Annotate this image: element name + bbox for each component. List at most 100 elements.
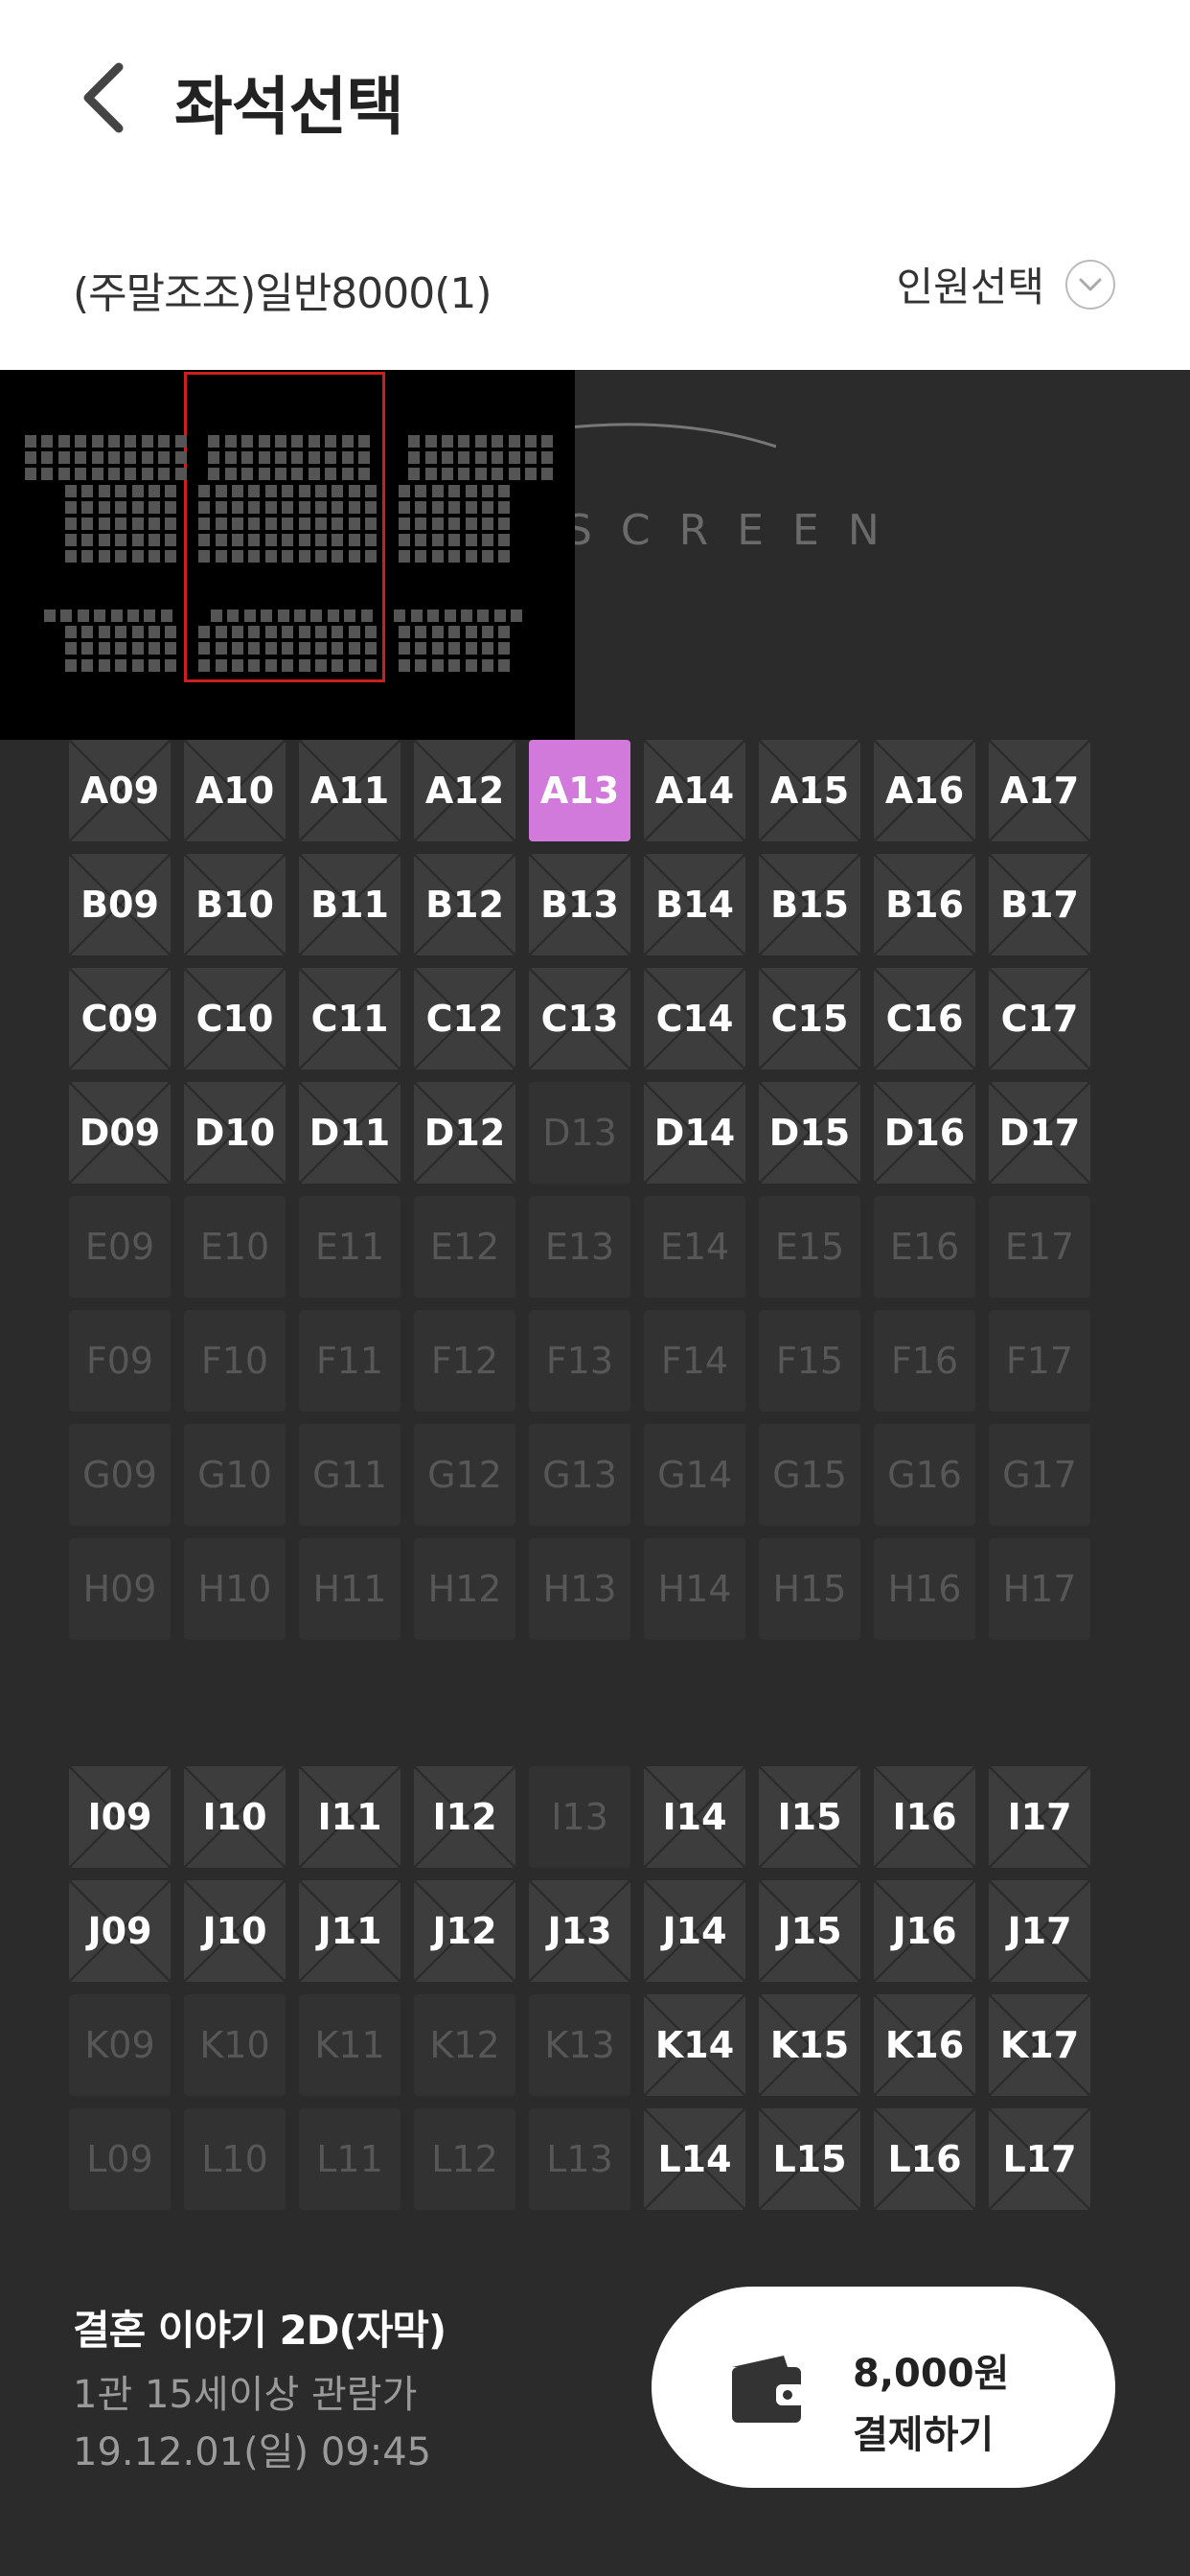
- seat-B10[interactable]: B10: [184, 854, 286, 955]
- seat-label: C09: [80, 998, 159, 1040]
- seat-K16[interactable]: K16: [874, 1994, 975, 2096]
- seat-label: K12: [429, 2024, 500, 2066]
- seat-D09[interactable]: D09: [69, 1082, 171, 1184]
- seat-B14[interactable]: B14: [644, 854, 745, 955]
- minimap-seat: [265, 642, 277, 655]
- seat-K17[interactable]: K17: [989, 1994, 1090, 2096]
- minimap-seat: [399, 534, 410, 546]
- minimap-seat: [92, 468, 103, 480]
- minimap-seat: [58, 451, 70, 464]
- ticket-type-label: (주말조조)일반8000(1): [73, 269, 492, 318]
- seat-A17[interactable]: A17: [989, 740, 1090, 841]
- seat-L14[interactable]: L14: [644, 2108, 745, 2210]
- seat-B16[interactable]: B16: [874, 854, 975, 955]
- seat-D10[interactable]: D10: [184, 1082, 286, 1184]
- seat-label: C10: [195, 998, 274, 1040]
- seat-I17[interactable]: I17: [989, 1766, 1090, 1868]
- seat-C17[interactable]: C17: [989, 968, 1090, 1070]
- seat-A12[interactable]: A12: [414, 740, 515, 841]
- seat-I14[interactable]: I14: [644, 1766, 745, 1868]
- minimap-seat: [299, 518, 310, 530]
- seat-minimap[interactable]: [0, 370, 575, 740]
- seat-C10[interactable]: C10: [184, 968, 286, 1070]
- minimap-seat: [358, 435, 370, 448]
- seat-J16[interactable]: J16: [874, 1880, 975, 1982]
- minimap-seat: [282, 659, 293, 672]
- minimap-seat: [149, 501, 160, 514]
- seat-G11: G11: [299, 1424, 400, 1526]
- minimap-seat: [448, 534, 460, 546]
- seat-D16[interactable]: D16: [874, 1082, 975, 1184]
- seat-D15[interactable]: D15: [759, 1082, 860, 1184]
- minimap-seat: [394, 610, 405, 622]
- seat-label: K16: [884, 2024, 965, 2066]
- seat-B17[interactable]: B17: [989, 854, 1090, 955]
- seat-C09[interactable]: C09: [69, 968, 171, 1070]
- minimap-seat: [248, 659, 260, 672]
- seat-A10[interactable]: A10: [184, 740, 286, 841]
- seat-label: C13: [540, 998, 619, 1040]
- seat-L16[interactable]: L16: [874, 2108, 975, 2210]
- seat-A15[interactable]: A15: [759, 740, 860, 841]
- seat-D11[interactable]: D11: [299, 1082, 400, 1184]
- seat-D12[interactable]: D12: [414, 1082, 515, 1184]
- seat-K14[interactable]: K14: [644, 1994, 745, 2096]
- seat-C13[interactable]: C13: [529, 968, 630, 1070]
- seat-J14[interactable]: J14: [644, 1880, 745, 1982]
- seat-A14[interactable]: A14: [644, 740, 745, 841]
- back-button[interactable]: [75, 59, 142, 136]
- seat-label: D14: [653, 1112, 736, 1154]
- minimap-seat: [482, 642, 493, 655]
- pay-button[interactable]: 8,000원 결제하기: [652, 2287, 1115, 2488]
- seat-K15[interactable]: K15: [759, 1994, 860, 2096]
- seat-J13[interactable]: J13: [529, 1880, 630, 1982]
- minimap-seat: [99, 626, 110, 638]
- seat-C11[interactable]: C11: [299, 968, 400, 1070]
- seat-I12[interactable]: I12: [414, 1766, 515, 1868]
- seat-L17[interactable]: L17: [989, 2108, 1090, 2210]
- seat-J10[interactable]: J10: [184, 1880, 286, 1982]
- seat-D17[interactable]: D17: [989, 1082, 1090, 1184]
- seat-B11[interactable]: B11: [299, 854, 400, 955]
- seat-B12[interactable]: B12: [414, 854, 515, 955]
- seat-J15[interactable]: J15: [759, 1880, 860, 1982]
- seat-B09[interactable]: B09: [69, 854, 171, 955]
- minimap-seat: [216, 501, 227, 514]
- seat-label: D10: [194, 1112, 276, 1154]
- seat-label: G11: [312, 1454, 387, 1496]
- seat-label: G14: [657, 1454, 732, 1496]
- seat-H09: H09: [69, 1538, 171, 1640]
- minimap-seat: [448, 550, 460, 563]
- seat-C14[interactable]: C14: [644, 968, 745, 1070]
- people-select-dropdown[interactable]: 인원선택: [896, 255, 1115, 313]
- seat-label: A14: [654, 770, 735, 812]
- seat-C16[interactable]: C16: [874, 968, 975, 1070]
- seat-J09[interactable]: J09: [69, 1880, 171, 1982]
- minimap-seat: [232, 501, 243, 514]
- seat-I15[interactable]: I15: [759, 1766, 860, 1868]
- seat-I11[interactable]: I11: [299, 1766, 400, 1868]
- seat-label: L11: [316, 2138, 383, 2180]
- minimap-seat: [211, 610, 222, 622]
- seat-K13: K13: [529, 1994, 630, 2096]
- seat-J12[interactable]: J12: [414, 1880, 515, 1982]
- seat-B15[interactable]: B15: [759, 854, 860, 955]
- minimap-seat: [477, 610, 489, 622]
- seat-C12[interactable]: C12: [414, 968, 515, 1070]
- seat-L15[interactable]: L15: [759, 2108, 860, 2210]
- seat-A16[interactable]: A16: [874, 740, 975, 841]
- seat-D14[interactable]: D14: [644, 1082, 745, 1184]
- seat-I10[interactable]: I10: [184, 1766, 286, 1868]
- seat-A11[interactable]: A11: [299, 740, 400, 841]
- minimap-seat: [216, 518, 227, 530]
- seat-I09[interactable]: I09: [69, 1766, 171, 1868]
- seat-J11[interactable]: J11: [299, 1880, 400, 1982]
- seat-J17[interactable]: J17: [989, 1880, 1090, 1982]
- seat-label: K09: [84, 2024, 155, 2066]
- seat-A09[interactable]: A09: [69, 740, 171, 841]
- seat-I16[interactable]: I16: [874, 1766, 975, 1868]
- seat-A13[interactable]: A13: [529, 740, 630, 841]
- seat-C15[interactable]: C15: [759, 968, 860, 1070]
- seat-K11: K11: [299, 1994, 400, 2096]
- seat-B13[interactable]: B13: [529, 854, 630, 955]
